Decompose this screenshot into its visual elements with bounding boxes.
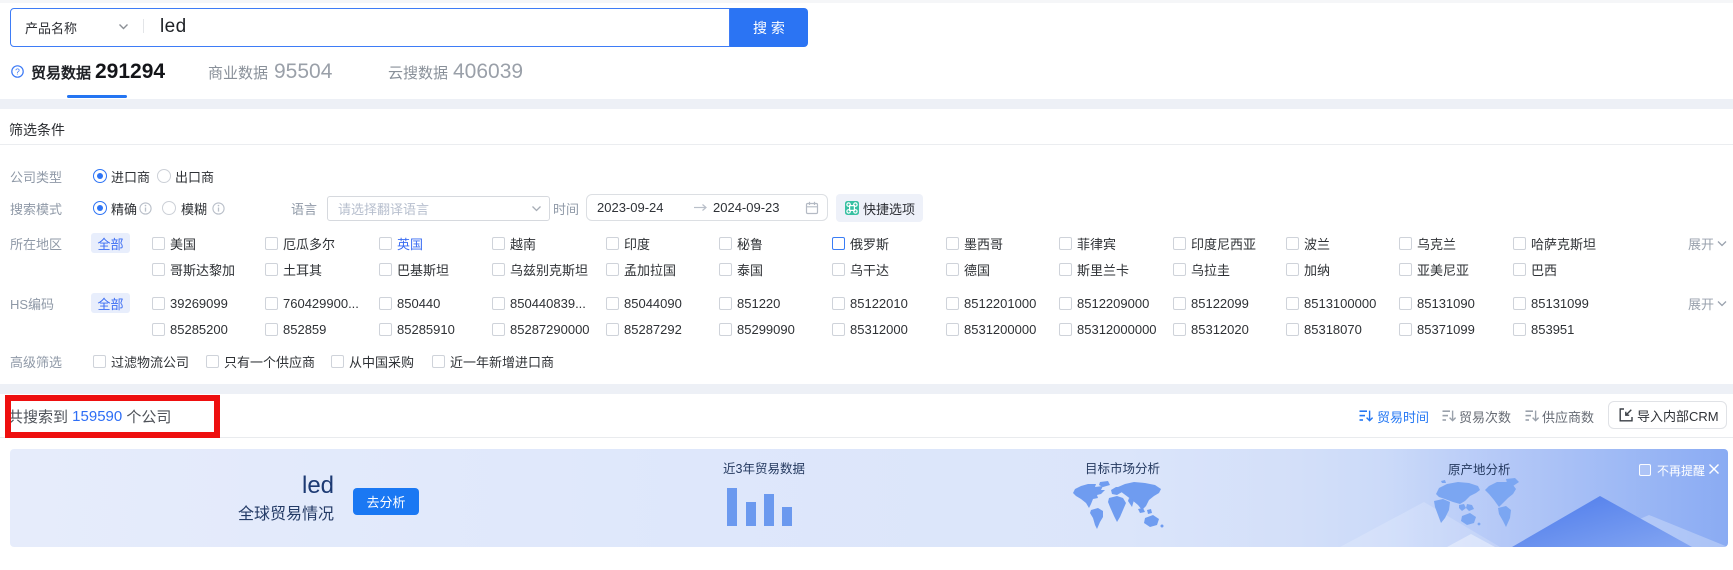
- svg-text:?: ?: [15, 66, 20, 76]
